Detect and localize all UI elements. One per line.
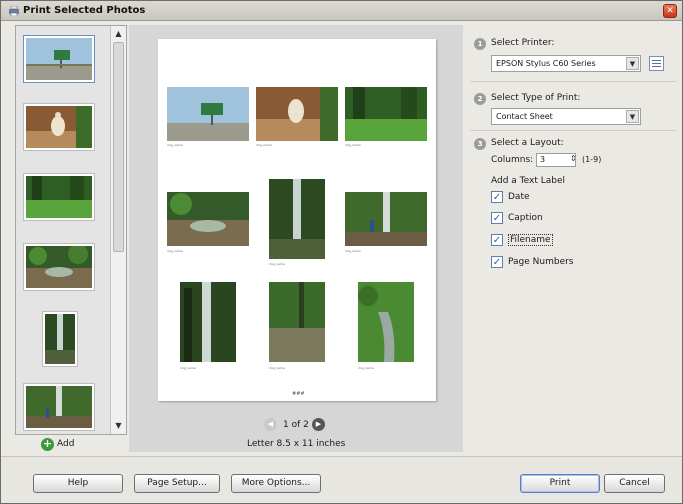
chevron-down-icon[interactable]: ▼ xyxy=(626,57,639,70)
add-text-label-heading: Add a Text Label xyxy=(491,176,566,186)
print-button[interactable]: Print xyxy=(520,474,600,493)
preview-photo-waterfall-person xyxy=(345,192,427,246)
preview-photo-waterfall-tall xyxy=(269,179,325,259)
photo-bird xyxy=(26,106,92,148)
photo-green-field xyxy=(26,176,92,218)
cancel-button[interactable]: Cancel xyxy=(604,474,665,493)
select-printer-label: Select Printer: xyxy=(491,38,555,48)
chevron-down-icon[interactable]: ▼ xyxy=(626,110,639,123)
printer-select-value: EPSON Stylus C60 Series xyxy=(496,59,596,68)
photo-stream xyxy=(26,244,92,288)
preview-caption: img_name xyxy=(167,143,183,147)
thumbnail-stream[interactable] xyxy=(24,244,94,290)
filename-checkbox-label: Filename xyxy=(508,234,553,246)
columns-label: Columns: xyxy=(491,155,534,165)
columns-range: (1-9) xyxy=(582,155,602,164)
thumbnail-list[interactable]: ▲ ▼ xyxy=(15,25,127,435)
thumbnail-waterfall-person[interactable] xyxy=(24,384,94,430)
photo-waterfall-person xyxy=(26,386,92,428)
scroll-down-icon[interactable]: ▼ xyxy=(112,419,125,432)
select-layout-label: Select a Layout: xyxy=(491,138,564,148)
add-icon: + xyxy=(41,437,54,451)
photo-waterfall-tall xyxy=(45,314,75,364)
page-numbers-checkbox[interactable]: ✓ xyxy=(491,256,503,268)
scroll-up-icon[interactable]: ▲ xyxy=(112,27,125,40)
print-type-select[interactable]: Contact Sheet ▼ xyxy=(491,108,641,125)
title-bar: Print Selected Photos ✕ xyxy=(1,1,682,21)
thumbnail-scrollbar[interactable]: ▲ ▼ xyxy=(110,26,126,434)
date-checkbox[interactable]: ✓ xyxy=(491,191,503,203)
previous-page-icon[interactable]: ◀ xyxy=(264,418,277,431)
preview-photo-bird xyxy=(256,87,338,141)
preview-photo-creek xyxy=(358,282,414,362)
printer-preferences-icon[interactable] xyxy=(649,56,664,71)
preview-photo-highway-sign xyxy=(167,87,249,141)
columns-stepper-icon[interactable]: ⇕ xyxy=(570,154,577,163)
select-print-type-label: Select Type of Print: xyxy=(491,93,581,103)
preview-caption: img_name xyxy=(269,366,285,370)
page-indicator: 1 of 2 xyxy=(283,420,309,430)
date-checkbox-label: Date xyxy=(508,192,530,202)
print-type-select-value: Contact Sheet xyxy=(496,112,553,121)
filename-checkbox[interactable]: ✓ xyxy=(491,234,503,246)
more-options-button[interactable]: More Options... xyxy=(231,474,321,493)
printer-select[interactable]: EPSON Stylus C60 Series ▼ xyxy=(491,55,641,72)
help-button[interactable]: Help xyxy=(33,474,123,493)
preview-photo-green-field xyxy=(345,87,427,141)
preview-caption: img_name xyxy=(167,249,183,253)
close-button[interactable]: ✕ xyxy=(663,4,677,18)
window-title: Print Selected Photos xyxy=(23,5,146,16)
caption-checkbox-label: Caption xyxy=(508,213,543,223)
preview-photo-stream xyxy=(167,192,249,246)
preview-caption: img_name xyxy=(269,262,285,266)
printer-app-icon xyxy=(9,6,19,16)
divider xyxy=(470,130,676,131)
preview-caption: img_name xyxy=(180,366,196,370)
paper-size-label: Letter 8.5 x 11 inches xyxy=(247,439,346,449)
thumbnail-green-field[interactable] xyxy=(24,174,94,220)
divider xyxy=(470,81,676,82)
page-numbers-checkbox-label: Page Numbers xyxy=(508,257,574,267)
preview-photo-forest-stream xyxy=(269,282,325,362)
page-setup-button[interactable]: Page Setup... xyxy=(134,474,220,493)
caption-checkbox[interactable]: ✓ xyxy=(491,212,503,224)
settings-panel: 1 Select Printer: EPSON Stylus C60 Serie… xyxy=(466,25,676,452)
preview-caption: img_name xyxy=(345,143,361,147)
step-1-badge: 1 xyxy=(474,38,486,50)
preview-caption: img_name xyxy=(256,143,272,147)
preview-page: img_name img_name img_name img_name img_… xyxy=(158,39,436,401)
preview-caption: img_name xyxy=(345,249,361,253)
scrollbar-thumb[interactable] xyxy=(113,42,124,252)
page-navigator: ◀ 1 of 2 ▶ xyxy=(264,418,325,432)
next-page-icon[interactable]: ▶ xyxy=(312,418,325,431)
preview-photo-waterfall-2 xyxy=(180,282,236,362)
print-preview: img_name img_name img_name img_name img_… xyxy=(129,25,463,452)
step-3-badge: 3 xyxy=(474,138,486,150)
preview-caption: img_name xyxy=(358,366,374,370)
preview-page-number: ### xyxy=(292,391,305,397)
print-dialog: Print Selected Photos ✕ ▲ ▼ + Add img_na… xyxy=(0,0,683,504)
button-bar: Help Page Setup... More Options... Print… xyxy=(1,456,682,503)
add-label: Add xyxy=(57,439,75,449)
photo-highway-sign xyxy=(26,38,92,80)
thumbnail-waterfall-tall[interactable] xyxy=(43,312,77,366)
thumbnail-bird[interactable] xyxy=(24,104,94,150)
step-2-badge: 2 xyxy=(474,93,486,105)
thumbnail-highway-sign[interactable] xyxy=(24,36,94,82)
